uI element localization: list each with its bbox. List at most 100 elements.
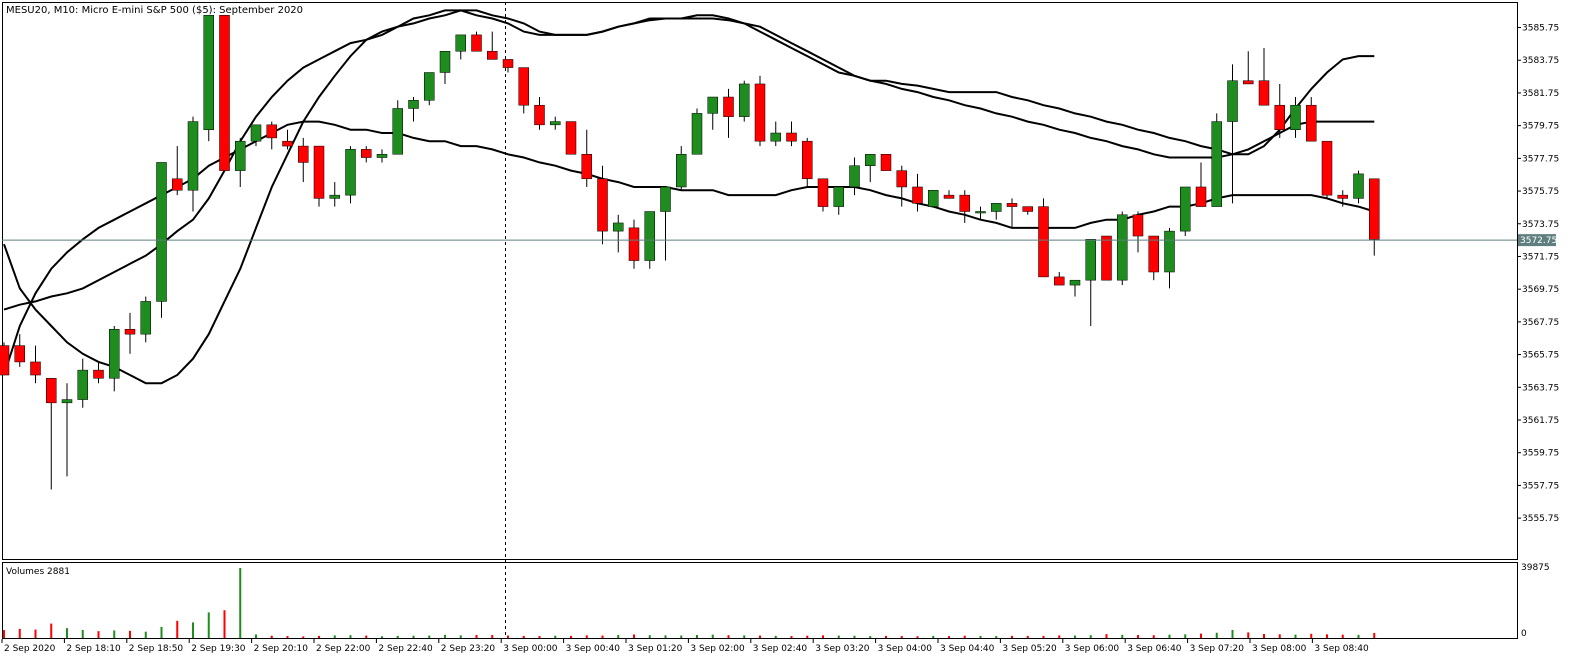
candle-body <box>1306 104 1317 142</box>
candle <box>0 342 10 376</box>
candle-body <box>928 189 939 207</box>
time-tick-label: 3 Sep 06:00 <box>1065 644 1120 654</box>
candle <box>219 15 230 171</box>
candle-body <box>1164 230 1175 273</box>
price-tick-label: 3571.75 <box>1522 252 1559 262</box>
candle-body <box>203 15 214 130</box>
candle-body <box>109 328 120 379</box>
time-tick-label: 2 Sep 19:30 <box>191 644 246 654</box>
candle <box>739 80 750 122</box>
candle-body <box>1180 186 1191 232</box>
candle-body <box>1085 239 1096 281</box>
candle-body <box>817 178 829 207</box>
candle-body <box>786 132 797 142</box>
price-tick-label: 3565.75 <box>1522 351 1559 361</box>
candle-body <box>46 378 57 404</box>
candle-body <box>912 186 923 204</box>
candle-body <box>487 50 498 60</box>
current-price-label: 3572.75 <box>1520 236 1557 246</box>
candle-body <box>1258 80 1270 106</box>
candle-body <box>1117 214 1128 281</box>
candle-body <box>691 113 703 155</box>
candle-body <box>1148 235 1159 273</box>
candle-body <box>345 149 356 196</box>
time-tick-label: 3 Sep 00:40 <box>566 644 621 654</box>
candle <box>1211 113 1222 207</box>
candle-body <box>943 194 955 199</box>
candle-body <box>959 194 970 212</box>
candle-body <box>518 67 529 106</box>
candle-body <box>219 15 230 171</box>
candle-body <box>235 140 246 171</box>
price-tick-label: 3579.75 <box>1522 122 1559 132</box>
candle-body <box>424 72 435 101</box>
candle-body <box>61 399 73 404</box>
price-tick-label: 3577.75 <box>1522 154 1559 164</box>
candle-body <box>376 154 388 158</box>
candle <box>424 72 435 106</box>
candle-body <box>156 162 167 302</box>
time-tick-label: 2 Sep 18:10 <box>66 644 121 654</box>
time-tick-label: 3 Sep 01:20 <box>628 644 683 654</box>
time-tick-label: 3 Sep 02:00 <box>690 644 745 654</box>
candle-body <box>140 301 151 335</box>
candle-body <box>802 140 813 180</box>
candle-body <box>392 108 403 155</box>
candle-body <box>1227 80 1238 122</box>
candle-body <box>439 50 451 73</box>
candle-body <box>1337 194 1348 199</box>
time-tick-label: 3 Sep 05:20 <box>1002 644 1057 654</box>
candle-body <box>471 34 482 52</box>
volume-zero-label: 0 <box>1521 629 1527 639</box>
time-tick-label: 2 Sep 22:40 <box>378 644 433 654</box>
candle-body <box>581 154 592 180</box>
candle <box>817 178 829 212</box>
time-tick-label: 2 Sep 20:10 <box>254 644 309 654</box>
candle-body <box>597 178 608 232</box>
candle-body <box>1101 235 1112 281</box>
candle-body <box>896 170 907 188</box>
price-tick-label: 3563.75 <box>1522 383 1559 393</box>
candle-body <box>1369 178 1380 240</box>
candle <box>1101 235 1112 281</box>
time-tick-label: 2 Sep 2020 <box>4 644 56 654</box>
candle-body <box>550 121 561 126</box>
time-tick-label: 3 Sep 04:40 <box>940 644 995 654</box>
volume-max-label: 39875 <box>1521 563 1550 573</box>
candle-body <box>754 83 766 142</box>
time-tick-label: 3 Sep 08:40 <box>1314 644 1369 654</box>
candle <box>691 108 703 155</box>
time-tick-label: 2 Sep 23:20 <box>441 644 496 654</box>
candle-body <box>187 121 199 191</box>
candle-body <box>329 194 340 199</box>
candle <box>880 154 892 171</box>
price-tick-label: 3573.75 <box>1522 220 1559 230</box>
candle-body <box>565 121 577 155</box>
candle-body <box>502 59 514 68</box>
price-tick-label: 3559.75 <box>1522 449 1559 459</box>
candle-body <box>676 154 687 188</box>
candle-body <box>865 154 876 166</box>
price-tick-label: 3557.75 <box>1522 481 1559 491</box>
candle-body <box>833 186 844 207</box>
candle-body <box>975 211 986 214</box>
time-tick-label: 3 Sep 06:40 <box>1127 644 1182 654</box>
candle-body <box>534 104 545 126</box>
candle-body <box>361 149 372 158</box>
candle-body <box>408 100 419 109</box>
candle-body <box>124 328 136 335</box>
candle <box>203 15 214 142</box>
candle <box>345 146 356 204</box>
candle-body <box>707 96 718 114</box>
candle <box>1038 198 1049 278</box>
candle-body <box>613 222 624 232</box>
candle-body <box>1290 104 1301 130</box>
time-tick-label: 3 Sep 08:00 <box>1252 644 1307 654</box>
time-tick-label: 3 Sep 02:40 <box>753 644 808 654</box>
candle-body <box>1211 121 1222 207</box>
candle <box>1180 186 1191 237</box>
time-tick-label: 3 Sep 07:20 <box>1190 644 1245 654</box>
price-tick-label: 3555.75 <box>1522 514 1559 524</box>
candle-body <box>770 132 781 142</box>
time-tick-label: 2 Sep 22:00 <box>316 644 371 654</box>
